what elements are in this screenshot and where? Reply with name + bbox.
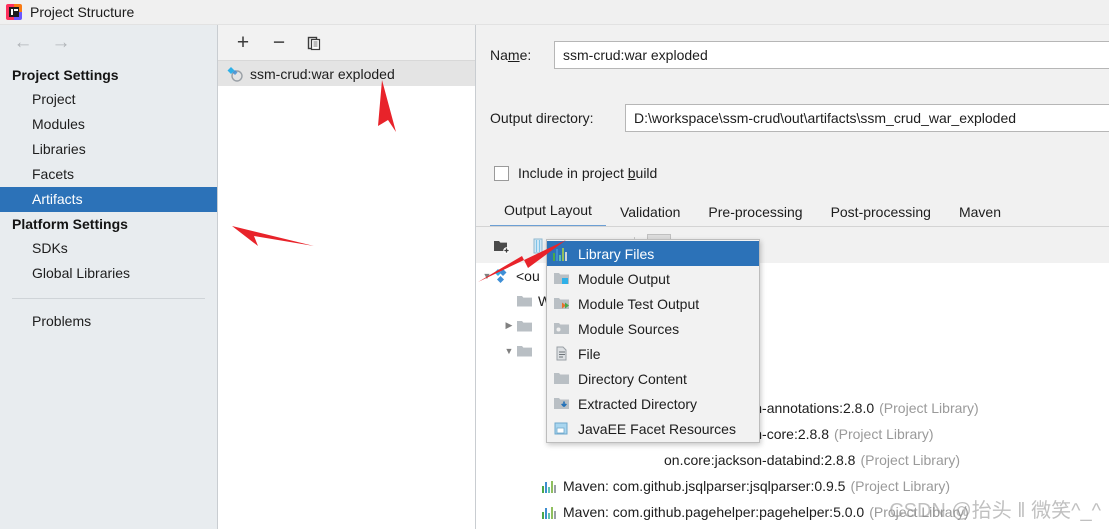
chevron-down-icon[interactable]: ▼ <box>502 346 516 356</box>
tab-post-processing[interactable]: Post-processing <box>817 202 945 227</box>
watermark-text: CSDN @抬头 ‖ 微笑^_^ <box>889 500 1101 522</box>
extracted-dir-icon <box>553 396 570 411</box>
window-title: Project Structure <box>30 4 135 20</box>
tab-output-layout[interactable]: Output Layout <box>490 200 606 227</box>
menu-item-label: Extracted Directory <box>578 395 698 412</box>
library-icon <box>553 246 570 261</box>
tab-maven[interactable]: Maven <box>945 202 1015 227</box>
include-in-project-build-checkbox[interactable] <box>494 165 509 181</box>
sidebar-item-libraries[interactable]: Libraries <box>0 137 217 162</box>
menu-item-module-output[interactable]: Module Output <box>547 266 759 291</box>
add-artifact-button[interactable]: + <box>232 32 254 54</box>
library-row-label: Maven: com.github.jsqlparser:jsqlparser:… <box>563 477 846 494</box>
library-row-label: on.core:jackson-databind:2.8.8 <box>664 451 856 468</box>
sidebar-divider <box>12 298 205 299</box>
output-directory-label: Output directory: <box>490 110 594 126</box>
include-in-project-build-label: Include in project build <box>518 165 658 181</box>
library-row-suffix: (Project Library) <box>850 477 951 494</box>
output-directory-row: Output directory: D:\workspace\ssm-crud\… <box>490 103 1109 133</box>
chevron-down-icon[interactable]: ▼ <box>480 271 494 281</box>
include-in-project-build-row[interactable]: Include in project build <box>494 165 657 181</box>
sidebar-nav-buttons: ← → <box>0 25 217 63</box>
artifact-name-input[interactable]: ssm-crud:war exploded <box>554 41 1109 69</box>
file-icon <box>553 346 570 361</box>
menu-item-label: Module Sources <box>578 320 680 337</box>
menu-item-directory-content[interactable]: Directory Content <box>547 366 759 391</box>
menu-item-label: Directory Content <box>578 370 687 387</box>
sidebar-group-platform-settings: Platform Settings <box>12 216 128 232</box>
library-row-suffix: (Project Library) <box>879 399 979 416</box>
output-directory-input[interactable]: D:\workspace\ssm-crud\out\artifacts\ssm_… <box>625 104 1109 132</box>
artifacts-list: ssm-crud:war exploded <box>218 61 475 86</box>
tabs-divider <box>476 226 1109 227</box>
module-output-icon <box>553 271 570 286</box>
artifact-item-label: ssm-crud:war exploded <box>250 65 395 82</box>
folder-icon <box>516 319 533 333</box>
menu-item-module-test-output[interactable]: Module Test Output <box>547 291 759 316</box>
tab-validation[interactable]: Validation <box>606 202 694 227</box>
sidebar-item-artifacts[interactable]: Artifacts <box>0 187 217 212</box>
back-arrow-icon[interactable]: ← <box>12 33 34 54</box>
library-row-suffix: (Project Library) <box>860 451 961 468</box>
forward-arrow-icon[interactable]: → <box>50 33 72 54</box>
create-directory-button[interactable] <box>490 234 514 258</box>
sidebar-item-facets[interactable]: Facets <box>0 162 217 187</box>
library-row-label: Maven: com.github.pagehelper:pagehelper:… <box>563 503 865 520</box>
directory-icon <box>553 371 570 386</box>
intellij-idea-icon <box>6 4 22 20</box>
artifacts-toolbar: + − <box>218 25 475 61</box>
library-icon <box>542 479 557 493</box>
library-row-suffix: (Project Library) <box>833 425 934 442</box>
menu-item-label: JavaEE Facet Resources <box>578 420 736 437</box>
menu-item-library-files[interactable]: Library Files <box>547 241 759 266</box>
menu-item-label: File <box>578 345 601 362</box>
menu-item-label: Module Output <box>578 270 670 287</box>
folder-icon <box>516 344 533 358</box>
menu-item-file[interactable]: File <box>547 341 759 366</box>
chevron-right-icon[interactable]: ▶ <box>502 320 516 331</box>
folder-icon <box>516 294 533 308</box>
tree-row-label: <ou <box>516 267 540 284</box>
menu-item-extracted-directory[interactable]: Extracted Directory <box>547 391 759 416</box>
copy-artifact-button[interactable] <box>304 32 326 54</box>
module-test-icon <box>553 296 570 311</box>
artifact-tabs: Output Layout Validation Pre-processing … <box>490 197 1109 227</box>
menu-item-javaee-facet-resources[interactable]: JavaEE Facet Resources <box>547 416 759 441</box>
artifact-name-row: Name: ssm-crud:war exploded <box>490 40 1109 70</box>
sidebar-item-sdks[interactable]: SDKs <box>0 236 217 261</box>
menu-item-label: Library Files <box>578 245 655 262</box>
artifact-item-ssm-crud-war-exploded[interactable]: ssm-crud:war exploded <box>218 61 475 86</box>
window-titlebar: Project Structure <box>0 0 1109 25</box>
sidebar-item-project[interactable]: Project <box>0 87 217 112</box>
menu-item-label: Module Test Output <box>578 295 700 312</box>
artifact-icon <box>494 268 511 284</box>
sidebar-item-global-libraries[interactable]: Global Libraries <box>0 261 217 286</box>
artifact-icon <box>226 66 243 82</box>
add-element-dropdown-menu[interactable]: Library Files Module Output Module Test … <box>546 239 760 443</box>
sidebar-group-project-settings: Project Settings <box>12 67 119 83</box>
library-icon <box>542 505 557 519</box>
javaee-facet-icon <box>553 421 570 436</box>
menu-item-module-sources[interactable]: Module Sources <box>547 316 759 341</box>
artifact-name-label: Name: <box>490 47 532 63</box>
library-row[interactable]: Maven: commons-logging:commons-logging:1… <box>542 525 966 529</box>
sidebar-item-modules[interactable]: Modules <box>0 112 217 137</box>
artifacts-list-panel: + − ssm-crud:war exploded <box>218 25 476 529</box>
library-row[interactable]: on.core:jackson-databind:2.8.8 (Project … <box>664 447 960 472</box>
sidebar-item-problems[interactable]: Problems <box>0 309 217 334</box>
module-sources-icon <box>553 321 570 336</box>
remove-artifact-button[interactable]: − <box>268 32 290 54</box>
tab-pre-processing[interactable]: Pre-processing <box>694 202 816 227</box>
settings-sidebar: ← → Project Settings Project Modules Lib… <box>0 25 218 529</box>
